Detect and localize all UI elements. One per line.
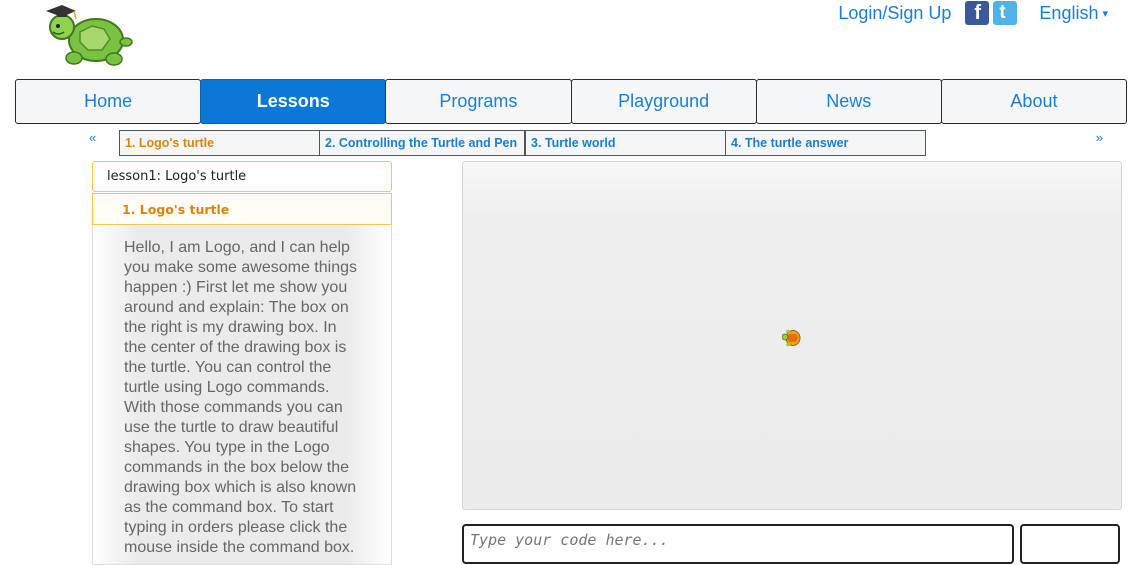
main-nav: Home Lessons Programs Playground News Ab… — [15, 79, 1128, 124]
lesson-panel: lesson1: Logo's turtle 1. Logo's turtle … — [92, 161, 392, 565]
lesson-tab-4[interactable]: 4. The turtle answer — [725, 130, 926, 156]
nav-programs[interactable]: Programs — [385, 79, 572, 124]
lesson-header: lesson1: Logo's turtle — [92, 161, 392, 192]
nav-lessons[interactable]: Lessons — [200, 79, 387, 124]
prev-lesson-arrow[interactable]: « — [89, 130, 96, 145]
lesson-subtitle: 1. Logo's turtle — [92, 193, 392, 225]
login-signup-link[interactable]: Login/Sign Up — [838, 3, 951, 24]
lesson-tabs: « 1. Logo's turtle 2. Controlling the Tu… — [86, 130, 1106, 156]
nav-home[interactable]: Home — [15, 79, 202, 124]
facebook-icon[interactable]: f — [965, 1, 990, 25]
top-bar: Login/Sign Up f t English ▾ — [838, 0, 1108, 26]
next-lesson-arrow[interactable]: » — [1096, 130, 1103, 145]
lesson-text: Hello, I am Logo, and I can help you mak… — [92, 225, 392, 565]
language-label: English — [1039, 2, 1099, 23]
drawing-canvas[interactable] — [462, 161, 1122, 510]
caret-down-icon: ▾ — [1102, 8, 1108, 21]
social-links: f t — [965, 1, 1018, 25]
command-input[interactable]: Type your code here... — [462, 524, 1014, 564]
lesson-tab-3[interactable]: 3. Turtle world — [525, 130, 726, 156]
nav-about[interactable]: About — [940, 79, 1128, 124]
nav-news[interactable]: News — [755, 79, 942, 124]
turtle-graduate-logo[interactable] — [44, 2, 134, 68]
lesson-tab-2[interactable]: 2. Controlling the Turtle and Pen — [319, 130, 525, 156]
run-button[interactable] — [1020, 524, 1120, 564]
nav-playground[interactable]: Playground — [570, 79, 757, 124]
language-selector[interactable]: English ▾ — [1039, 3, 1108, 24]
lesson-tab-1[interactable]: 1. Logo's turtle — [119, 130, 320, 156]
twitter-icon[interactable]: t — [993, 1, 1018, 25]
turtle-icon — [782, 329, 801, 347]
